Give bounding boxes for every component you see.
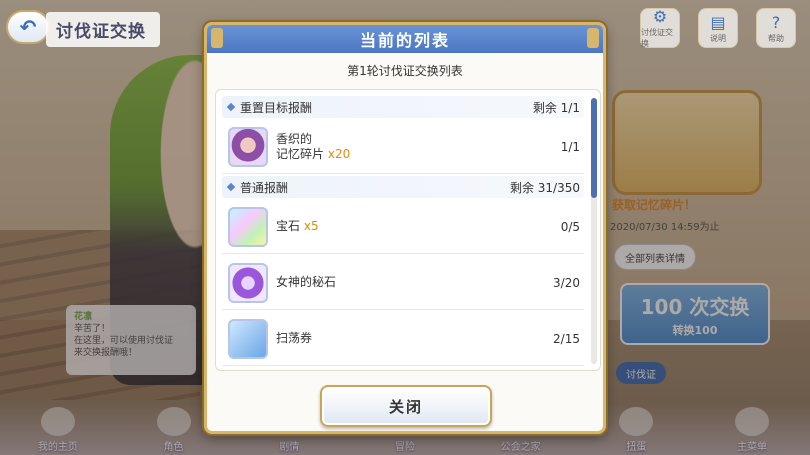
- item-name: 香织的 记忆碎片 x20: [276, 131, 351, 161]
- top-icon-info[interactable]: ▤ 说明: [698, 8, 738, 48]
- scrollbar-thumb[interactable]: [591, 98, 597, 198]
- section-label: 重置目标报酬: [240, 100, 313, 115]
- item-count: 3/20: [553, 275, 580, 290]
- back-button[interactable]: ↶: [6, 10, 50, 44]
- top-icon-exchange[interactable]: ⚙ 讨伐证交换: [640, 7, 680, 48]
- back-arrow-icon: ↶: [19, 15, 37, 39]
- item-name: 宝石 x5: [276, 219, 319, 233]
- modal-subtitle: 第1轮讨伐证交换列表: [347, 64, 463, 78]
- section-remaining: 剩余 31/350: [509, 180, 580, 195]
- sweep-ticket-icon: [228, 318, 268, 359]
- top-icon-help[interactable]: ? 帮助: [756, 8, 796, 48]
- item-count: 2/15: [553, 331, 580, 346]
- item-quantity: x5: [303, 219, 319, 233]
- reward-list-content: 重置目标报酬 剩余 1/1 香织的 记忆碎片 x20 1/1 普通报酬 剩余 3…: [222, 94, 584, 368]
- gear-icon: ⚙: [652, 7, 668, 26]
- kaori-shard-icon: [228, 126, 268, 167]
- section-header-reset-reward: 重置目标报酬 剩余 1/1: [222, 96, 584, 118]
- item-count: 1/1: [560, 139, 580, 154]
- current-list-modal: 当前的列表 第1轮讨伐证交换列表 重置目标报酬 剩余 1/1 香织的 记忆碎片 …: [204, 22, 606, 434]
- help-icon: ?: [771, 12, 781, 32]
- top-icon-bar: ⚙ 讨伐证交换 ▤ 说明 ? 帮助: [640, 7, 796, 48]
- diamond-icon: [226, 102, 236, 112]
- diamond-icon: [226, 182, 236, 192]
- reward-list[interactable]: 重置目标报酬 剩余 1/1 香织的 记忆碎片 x20 1/1 普通报酬 剩余 3…: [215, 89, 601, 371]
- goddess-stone-icon: [228, 262, 268, 303]
- close-button[interactable]: 关闭: [320, 385, 492, 427]
- list-item: 扫荡券 2/15: [222, 312, 584, 366]
- gem-icon: [228, 206, 268, 247]
- list-item: 女神的秘石 3/20: [222, 256, 584, 310]
- item-name: 女神的秘石: [276, 275, 337, 289]
- list-item: 香织的 记忆碎片 x20 1/1: [222, 120, 584, 174]
- list-item: 宝石 x5 0/5: [222, 200, 584, 254]
- list-scrollbar[interactable]: [591, 98, 597, 364]
- section-header-normal-reward: 普通报酬 剩余 31/350: [222, 176, 584, 198]
- modal-header: 当前的列表: [207, 25, 603, 53]
- screen-title: 讨伐证交换: [46, 12, 160, 47]
- item-name: 扫荡券: [276, 331, 313, 345]
- item-count: 0/5: [560, 219, 580, 234]
- section-remaining: 剩余 1/1: [532, 100, 580, 115]
- book-icon: ▤: [710, 12, 726, 32]
- section-label: 普通报酬: [240, 180, 289, 195]
- modal-title: 当前的列表: [359, 31, 450, 50]
- item-quantity: x20: [327, 146, 351, 161]
